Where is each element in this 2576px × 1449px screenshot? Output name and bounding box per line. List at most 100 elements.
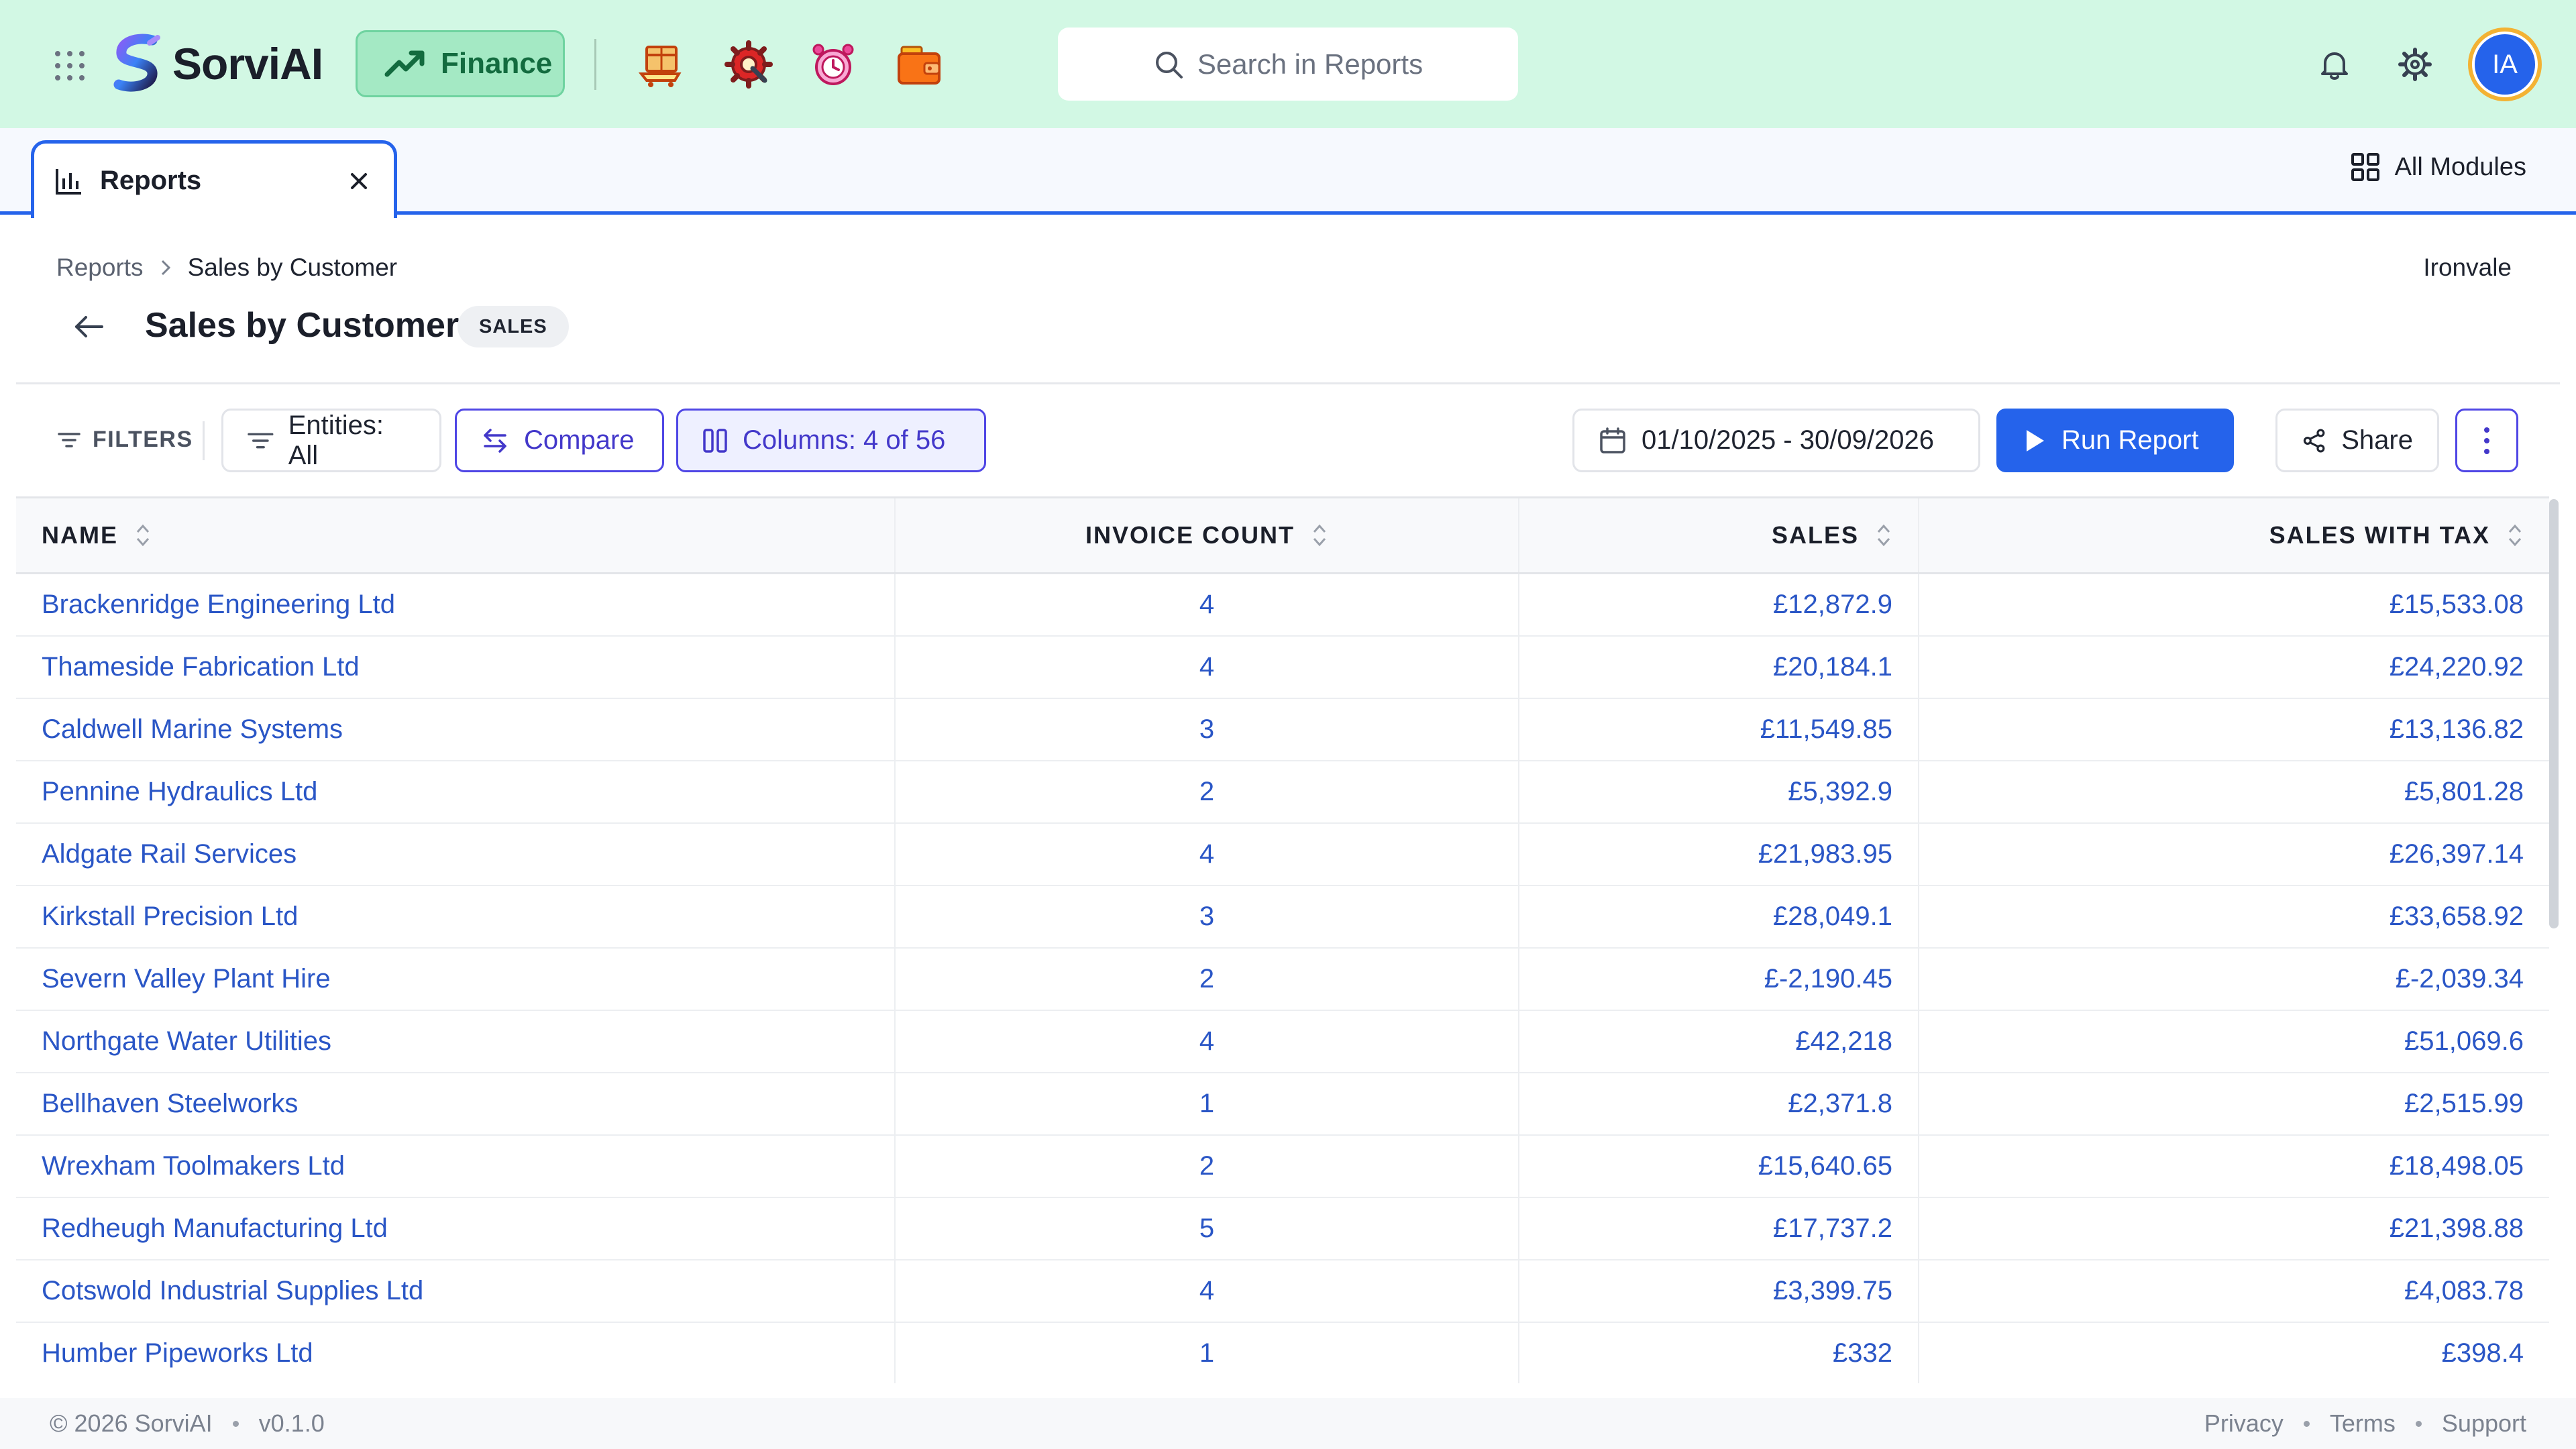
compare-button[interactable]: Compare (455, 409, 664, 472)
cell-sales[interactable]: £332 (1519, 1322, 1919, 1383)
cell-sales-with-tax[interactable]: £2,515.99 (1919, 1072, 2549, 1136)
table-row[interactable]: Northgate Water Utilities 4 £42,218 £51,069… (16, 1010, 2549, 1073)
cell-customer-name[interactable]: Cotswold Industrial Supplies Ltd (16, 1259, 896, 1323)
apps-grid-icon[interactable] (52, 48, 85, 80)
cell-sales[interactable]: £11,549.85 (1519, 698, 1919, 761)
cell-invoice-count[interactable]: 4 (895, 635, 1519, 699)
cell-sales-with-tax[interactable]: £18,498.05 (1919, 1134, 2549, 1198)
column-header-sales[interactable]: SALES (1519, 496, 1919, 574)
footer-link-privacy[interactable]: Privacy (2204, 1409, 2284, 1438)
cell-sales-with-tax[interactable]: £-2,039.34 (1919, 947, 2549, 1011)
cell-sales-with-tax[interactable]: £5,801.28 (1919, 760, 2549, 824)
box-cart-icon[interactable] (637, 40, 686, 89)
cell-customer-name[interactable]: Severn Valley Plant Hire (16, 947, 896, 1011)
footer-link-terms[interactable]: Terms (2330, 1409, 2396, 1438)
cell-invoice-count[interactable]: 1 (895, 1072, 1519, 1136)
cell-customer-name[interactable]: Brackenridge Engineering Ltd (16, 573, 896, 637)
search-input[interactable]: Search in Reports (1058, 28, 1518, 101)
table-row[interactable]: Humber Pipeworks Ltd 1 £332 £398.4 (16, 1322, 2549, 1383)
table-scrollbar[interactable] (2549, 499, 2559, 928)
wallet-icon[interactable] (895, 40, 943, 89)
cell-invoice-count[interactable]: 4 (895, 822, 1519, 886)
sort-icon[interactable] (1311, 521, 1328, 549)
table-row[interactable]: Bellhaven Steelworks 1 £2,371.8 £2,515.99 (16, 1072, 2549, 1136)
cell-sales[interactable]: £28,049.1 (1519, 885, 1919, 949)
organization-name[interactable]: Ironvale (2423, 254, 2512, 282)
cell-sales-with-tax[interactable]: £398.4 (1919, 1322, 2549, 1383)
cell-invoice-count[interactable]: 4 (895, 1010, 1519, 1073)
column-header-sales-with-tax[interactable]: SALES WITH TAX (1919, 496, 2549, 574)
entities-filter-button[interactable]: Entities: All (221, 409, 441, 472)
gear-wrench-icon[interactable] (724, 40, 773, 89)
table-row[interactable]: Cotswold Industrial Supplies Ltd 4 £3,399.… (16, 1259, 2549, 1323)
cell-sales-with-tax[interactable]: £15,533.08 (1919, 573, 2549, 637)
table-row[interactable]: Kirkstall Precision Ltd 3 £28,049.1 £33,658… (16, 885, 2549, 949)
breadcrumb-reports[interactable]: Reports (56, 254, 144, 282)
sort-icon[interactable] (1875, 521, 1892, 549)
cell-customer-name[interactable]: Thameside Fabrication Ltd (16, 635, 896, 699)
brand-logo[interactable]: SorviAI (111, 34, 323, 94)
cell-sales-with-tax[interactable]: £26,397.14 (1919, 822, 2549, 886)
cell-sales-with-tax[interactable]: £21,398.88 (1919, 1197, 2549, 1260)
sort-icon[interactable] (2506, 521, 2524, 549)
cell-invoice-count[interactable]: 4 (895, 573, 1519, 637)
finance-module-button[interactable]: Finance (356, 30, 565, 97)
tab-reports[interactable]: Reports (31, 140, 397, 218)
footer-link-support[interactable]: Support (2442, 1409, 2526, 1438)
cell-customer-name[interactable]: Wrexham Toolmakers Ltd (16, 1134, 896, 1198)
cell-customer-name[interactable]: Caldwell Marine Systems (16, 698, 896, 761)
cell-customer-name[interactable]: Redheugh Manufacturing Ltd (16, 1197, 896, 1260)
cell-customer-name[interactable]: Aldgate Rail Services (16, 822, 896, 886)
table-row[interactable]: Pennine Hydraulics Ltd 2 £5,392.9 £5,801.28 (16, 760, 2549, 824)
cell-customer-name[interactable]: Pennine Hydraulics Ltd (16, 760, 896, 824)
cell-sales[interactable]: £2,371.8 (1519, 1072, 1919, 1136)
cell-sales[interactable]: £17,737.2 (1519, 1197, 1919, 1260)
table-row[interactable]: Wrexham Toolmakers Ltd 2 £15,640.65 £18,498… (16, 1134, 2549, 1198)
cell-invoice-count[interactable]: 3 (895, 885, 1519, 949)
cell-customer-name[interactable]: Kirkstall Precision Ltd (16, 885, 896, 949)
cell-sales[interactable]: £-2,190.45 (1519, 947, 1919, 1011)
cell-sales-with-tax[interactable]: £51,069.6 (1919, 1010, 2549, 1073)
settings-icon[interactable] (2396, 46, 2434, 83)
column-header-invoice-count[interactable]: INVOICE COUNT (895, 496, 1519, 574)
more-options-button[interactable] (2455, 409, 2518, 472)
column-header-name[interactable]: NAME (16, 496, 896, 574)
cell-sales-with-tax[interactable]: £33,658.92 (1919, 885, 2549, 949)
all-modules-button[interactable]: All Modules (2351, 152, 2526, 182)
cell-sales[interactable]: £12,872.9 (1519, 573, 1919, 637)
table-row[interactable]: Severn Valley Plant Hire 2 £-2,190.45 £-2,0… (16, 947, 2549, 1011)
user-avatar[interactable]: IA (2468, 28, 2542, 101)
sort-icon[interactable] (134, 521, 152, 549)
run-report-button[interactable]: Run Report (1996, 409, 2234, 472)
cell-invoice-count[interactable]: 3 (895, 698, 1519, 761)
cell-sales[interactable]: £21,983.95 (1519, 822, 1919, 886)
cell-sales-with-tax[interactable]: £24,220.92 (1919, 635, 2549, 699)
filters-toggle[interactable]: FILTERS (58, 427, 193, 453)
table-row[interactable]: Thameside Fabrication Ltd 4 £20,184.1 £24,2… (16, 635, 2549, 699)
table-row[interactable]: Redheugh Manufacturing Ltd 5 £17,737.2 £21,… (16, 1197, 2549, 1260)
bell-icon[interactable] (2316, 46, 2353, 83)
date-range-picker[interactable]: 01/10/2025 - 30/09/2026 (1572, 409, 1980, 472)
cell-invoice-count[interactable]: 2 (895, 760, 1519, 824)
cell-invoice-count[interactable]: 1 (895, 1322, 1519, 1383)
cell-invoice-count[interactable]: 5 (895, 1197, 1519, 1260)
back-arrow-icon[interactable] (71, 309, 107, 345)
table-row[interactable]: Aldgate Rail Services 4 £21,983.95 £26,397.… (16, 822, 2549, 886)
cell-sales[interactable]: £42,218 (1519, 1010, 1919, 1073)
cell-sales[interactable]: £3,399.75 (1519, 1259, 1919, 1323)
columns-button[interactable]: Columns: 4 of 56 (676, 409, 986, 472)
share-button[interactable]: Share (2275, 409, 2439, 472)
cell-invoice-count[interactable]: 4 (895, 1259, 1519, 1323)
cell-customer-name[interactable]: Northgate Water Utilities (16, 1010, 896, 1073)
cell-sales[interactable]: £20,184.1 (1519, 635, 1919, 699)
cell-sales-with-tax[interactable]: £4,083.78 (1919, 1259, 2549, 1323)
alarm-clock-icon[interactable] (809, 40, 857, 89)
close-icon[interactable] (348, 170, 370, 192)
cell-customer-name[interactable]: Bellhaven Steelworks (16, 1072, 896, 1136)
cell-sales-with-tax[interactable]: £13,136.82 (1919, 698, 2549, 761)
cell-customer-name[interactable]: Humber Pipeworks Ltd (16, 1322, 896, 1383)
cell-sales[interactable]: £15,640.65 (1519, 1134, 1919, 1198)
cell-sales[interactable]: £5,392.9 (1519, 760, 1919, 824)
cell-invoice-count[interactable]: 2 (895, 1134, 1519, 1198)
table-row[interactable]: Caldwell Marine Systems 3 £11,549.85 £13,13… (16, 698, 2549, 761)
